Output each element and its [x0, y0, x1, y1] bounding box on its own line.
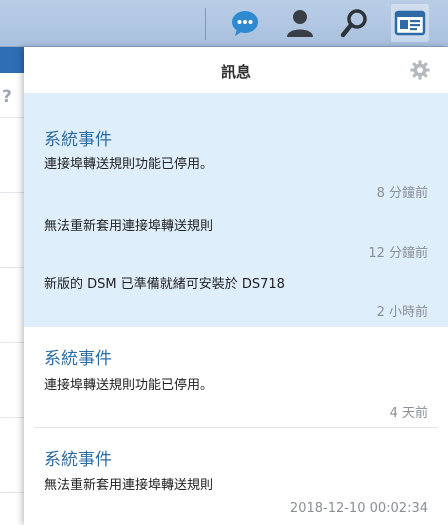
help-icon: ?	[2, 87, 12, 107]
panel-title: 訊息	[220, 63, 251, 81]
notification-time: 12 分鐘前	[368, 246, 428, 261]
notification-title: 系統事件	[44, 349, 112, 369]
notification-message: 無法重新套用連接埠轉送規則	[44, 219, 214, 234]
row-divider	[0, 492, 24, 493]
notification-button[interactable]	[391, 4, 429, 42]
notification-panel: 訊息 系統事件 連接埠轉送規則功能已停用。 8 分鐘前 無法重新套用連接埠轉送規…	[24, 47, 448, 525]
row-divider	[0, 117, 24, 118]
panel-header: 訊息	[24, 47, 448, 91]
row-divider	[0, 192, 24, 193]
chat-button[interactable]	[226, 4, 264, 42]
notification-message: 新版的 DSM 已準備就緒可安裝於 DS718	[44, 277, 285, 292]
row-divider	[0, 342, 24, 343]
notification-title: 系統事件	[44, 450, 112, 470]
gear-icon[interactable]	[409, 59, 431, 81]
row-divider	[0, 417, 24, 418]
user-icon	[287, 10, 313, 37]
taskbar	[0, 0, 448, 47]
notification-card-icon	[394, 10, 426, 36]
chat-icon	[232, 11, 258, 36]
notification-message: 無法重新套用連接埠轉送規則	[44, 478, 214, 493]
notification-message: 連接埠轉送規則功能已停用。	[44, 378, 214, 393]
notification-group-unread[interactable]: 系統事件 連接埠轉送規則功能已停用。 8 分鐘前 無法重新套用連接埠轉送規則 1…	[24, 93, 448, 327]
notification-title: 系統事件	[44, 130, 112, 150]
search-button[interactable]	[335, 4, 373, 42]
search-icon	[340, 9, 367, 38]
taskbar-separator	[205, 8, 206, 40]
notification-time: 8 分鐘前	[376, 186, 428, 201]
row-divider	[0, 267, 24, 268]
window-header-strip	[0, 47, 24, 73]
background-window: ?	[0, 47, 24, 525]
notification-divider	[34, 427, 438, 428]
notification-time: 4 天前	[389, 406, 428, 421]
notification-time: 2 小時前	[376, 305, 428, 320]
notification-time: 2018-12-10 00:02:34	[289, 501, 428, 516]
user-button[interactable]	[281, 4, 319, 42]
notification-message: 連接埠轉送規則功能已停用。	[44, 157, 214, 172]
